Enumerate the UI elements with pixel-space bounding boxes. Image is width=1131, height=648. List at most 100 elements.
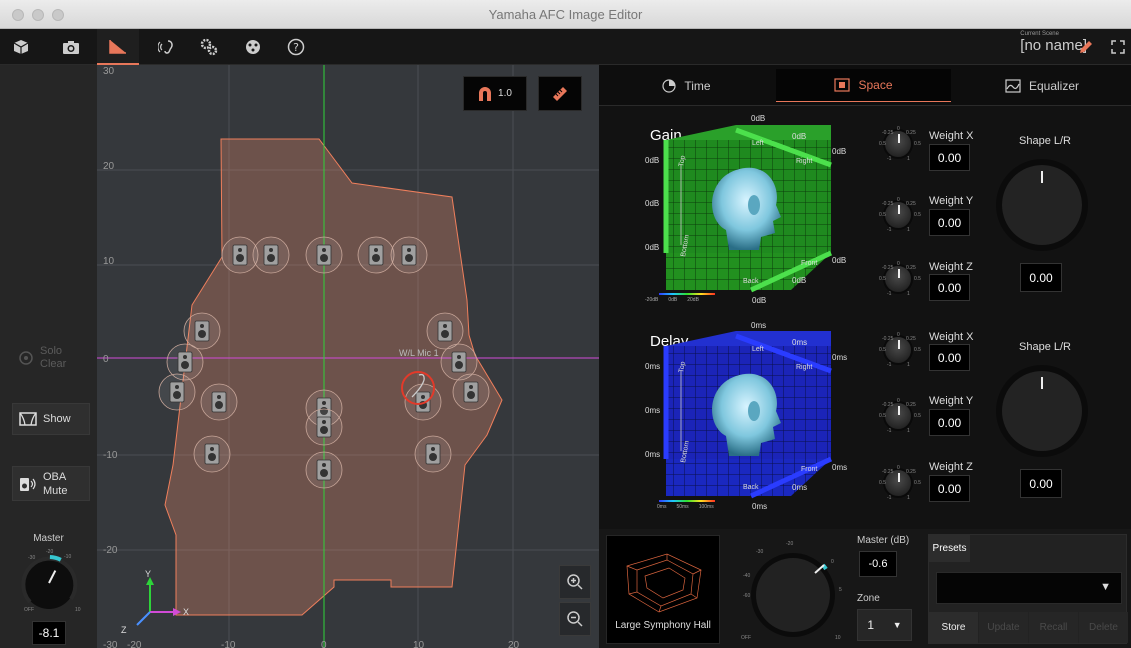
- network-icon[interactable]: [232, 29, 274, 65]
- ruler-button[interactable]: [538, 76, 582, 111]
- preset-select[interactable]: ▼: [936, 572, 1122, 604]
- gain-db-top: 0dB: [645, 156, 660, 165]
- weight-knob-tick: 0.5: [914, 212, 921, 218]
- speaker-marker[interactable]: [158, 373, 196, 411]
- y-tick-minus20: -20: [103, 545, 118, 556]
- speaker-marker[interactable]: [305, 408, 343, 446]
- zoom-in-button[interactable]: [559, 565, 591, 599]
- master-label: Master: [33, 533, 64, 544]
- weight-knob-tick: 0: [897, 332, 900, 338]
- speaker-marker[interactable]: [193, 435, 231, 473]
- gain-db-mid: 0dB: [645, 199, 660, 208]
- hall-preview[interactable]: Large Symphony Hall: [606, 535, 720, 644]
- svg-text:?: ?: [293, 41, 299, 54]
- target-icon: [19, 351, 33, 365]
- room-view-icon[interactable]: [97, 29, 139, 65]
- gain-db-r2: 0dB: [792, 132, 807, 141]
- title-bar: Yamaha AFC Image Editor: [0, 0, 1131, 29]
- oba-mute-button[interactable]: OBA Mute: [12, 466, 90, 501]
- speaker-marker[interactable]: [305, 451, 343, 489]
- delay-weight-x-value[interactable]: 0.00: [929, 344, 970, 371]
- speaker-marker[interactable]: [414, 435, 452, 473]
- bottom-knob-tick-minus20: -20: [786, 541, 793, 547]
- zoom-out-button[interactable]: [559, 602, 591, 636]
- knob-tick-minus10: -10: [64, 554, 71, 560]
- gain-shape-label: Shape L/R: [1019, 135, 1071, 147]
- tab-time[interactable]: Time: [599, 69, 774, 102]
- camera-icon[interactable]: [50, 29, 92, 65]
- master-value[interactable]: -8.1: [32, 621, 66, 645]
- help-icon[interactable]: ?: [275, 29, 317, 65]
- delay-ms-top: 0ms: [645, 362, 661, 371]
- delay-shape-label: Shape L/R: [1019, 341, 1071, 353]
- bottom-knob-tick-off: OFF: [741, 635, 751, 641]
- zone-value: 1: [867, 618, 875, 632]
- gain-scale-max: 20dB: [687, 297, 699, 303]
- room-plot[interactable]: W/L Mic 1 30 20 10 0 -10 -20 -30 -20 -10…: [97, 65, 599, 648]
- delay-ms-r5: 0ms: [792, 483, 808, 492]
- speaker-marker[interactable]: [452, 373, 490, 411]
- delay-cube[interactable]: Top Bottom Left Right Back Front: [651, 331, 841, 503]
- mic-label: W/L Mic 1: [399, 348, 439, 358]
- show-button[interactable]: Show: [12, 403, 90, 435]
- store-button[interactable]: Store: [929, 612, 978, 643]
- tab-space[interactable]: Space: [776, 69, 951, 102]
- delay-scale-mid: 50ms: [676, 504, 689, 510]
- snap-button[interactable]: 1.0: [463, 76, 527, 111]
- gain-weight-y-value[interactable]: 0.00: [929, 209, 970, 236]
- gain-shape-value[interactable]: 0.00: [1020, 263, 1062, 292]
- weight-knob-tick: 0.5: [879, 276, 886, 282]
- weight-knob-tick: -0.25: [882, 336, 894, 342]
- delay-weight-y-value[interactable]: 0.00: [929, 409, 970, 436]
- weight-knob-tick: -1: [887, 495, 892, 501]
- preset-dropdown-arrow-icon: ▼: [1100, 581, 1111, 593]
- speaker-marker[interactable]: [426, 312, 464, 350]
- tab-space-label: Space: [858, 78, 893, 92]
- speaker-marker[interactable]: [390, 236, 428, 274]
- weight-knob-tick: 0.5: [914, 141, 921, 147]
- weight-knob-tick: 1: [907, 428, 910, 434]
- gain-shape-knob[interactable]: [984, 147, 1104, 267]
- master-knob[interactable]: OFF 10 -20 -10 -30: [10, 545, 88, 615]
- master-db-value[interactable]: -0.6: [859, 551, 897, 577]
- gain-weight-z-value[interactable]: 0.00: [929, 274, 970, 301]
- weight-knob-tick: 0.5: [879, 212, 886, 218]
- delay-shape-value[interactable]: 0.00: [1020, 469, 1062, 498]
- speaker-marker[interactable]: [183, 312, 221, 350]
- gain-scale-mid: 0dB: [668, 297, 678, 303]
- update-button[interactable]: Update: [979, 612, 1028, 643]
- solo-clear-button[interactable]: Solo Clear: [18, 345, 66, 371]
- presets-label: Presets: [929, 535, 970, 562]
- zone-select[interactable]: 1 ▼: [857, 609, 912, 641]
- weight-knob-tick: 0.25: [906, 469, 916, 475]
- speaker-marker[interactable]: [305, 236, 343, 274]
- delay-ms-r4: 0ms: [832, 463, 848, 472]
- solo-label: Solo: [40, 345, 63, 357]
- knob-tick-off: OFF: [24, 607, 34, 613]
- room-plot-canvas[interactable]: W/L Mic 1 30 20 10 0 -10 -20 -30 -20 -10…: [97, 65, 599, 648]
- y-tick-30: 30: [103, 66, 115, 77]
- gain-weight-x-value[interactable]: 0.00: [929, 144, 970, 171]
- ear-icon[interactable]: [146, 29, 188, 65]
- delete-button[interactable]: Delete: [1079, 612, 1128, 643]
- space-icon: [834, 78, 851, 92]
- y-tick-20: 20: [103, 161, 115, 172]
- fullscreen-icon[interactable]: [1105, 29, 1131, 65]
- gain-cube[interactable]: Top Bottom Left Right Back Front: [651, 125, 841, 297]
- weight-knob-tick: 0: [897, 261, 900, 267]
- tab-equalizer[interactable]: Equalizer: [953, 69, 1131, 102]
- gears-icon[interactable]: [188, 29, 230, 65]
- master-db-knob[interactable]: -20 -30 -40 -60 OFF 0 5 10: [731, 535, 851, 645]
- recall-button[interactable]: Recall: [1029, 612, 1078, 643]
- weight-knob-tick: -0.25: [882, 402, 894, 408]
- speaker-marker[interactable]: [200, 383, 238, 421]
- speaker-marker[interactable]: [252, 236, 290, 274]
- edit-pencil-icon[interactable]: [1072, 29, 1100, 65]
- speaker-marker[interactable]: [357, 236, 395, 274]
- gain-db-r5: 0dB: [792, 276, 807, 285]
- delay-weight-z-value[interactable]: 0.00: [929, 475, 970, 502]
- gain-left-label: Left: [752, 140, 764, 147]
- delay-shape-knob[interactable]: [984, 353, 1104, 473]
- cube-icon[interactable]: [0, 29, 42, 65]
- bottom-knob-tick-0: 0: [831, 559, 834, 565]
